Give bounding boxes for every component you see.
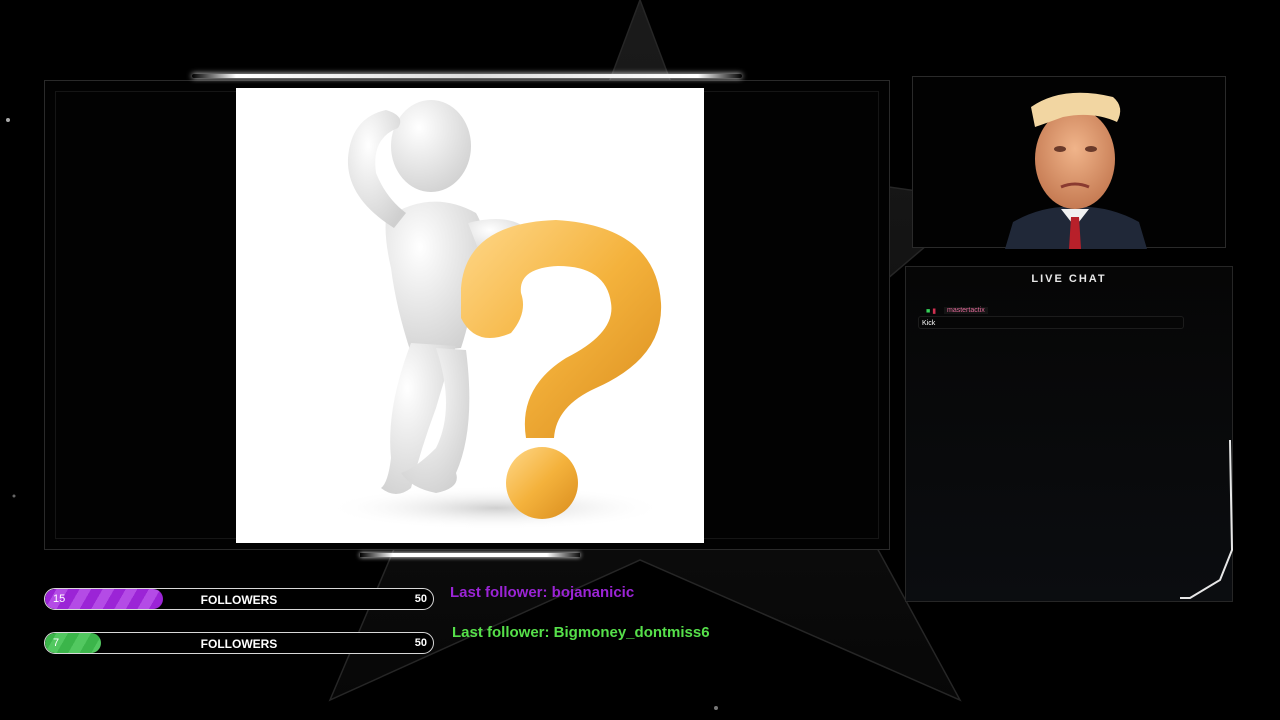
moderator-badge-icon: ■ xyxy=(926,308,931,315)
last-follower-text: Last follower: bojananicic xyxy=(450,584,635,601)
frame-glow-bottom xyxy=(360,553,580,557)
follower-goal-bar: 7 FOLLOWERS 50 xyxy=(44,632,434,654)
webcam-frame xyxy=(912,76,1226,249)
chat-title: LIVE CHAT xyxy=(1031,273,1107,285)
goal-target-count: 50 xyxy=(414,593,427,605)
goal-label: FOLLOWERS xyxy=(200,593,278,607)
webcam-avatar-image xyxy=(1005,92,1147,249)
follower-goal-bar: 15 FOLLOWERS 50 xyxy=(44,588,434,610)
question-mark-figure-image xyxy=(236,88,704,543)
last-follower-text: Last follower: Bigmoney_dontmiss6 xyxy=(452,624,710,641)
frame-glow-top xyxy=(192,74,742,78)
goal-label: FOLLOWERS xyxy=(200,637,278,651)
chat-username[interactable]: mastertactix xyxy=(944,307,988,314)
chat-message-text: Kick xyxy=(918,316,1184,329)
subscriber-badge-icon: ▮ xyxy=(932,308,937,315)
chat-message: ■ ▮ mastertactix Kick xyxy=(918,306,1186,330)
chat-frame-glow xyxy=(1180,440,1234,599)
chat-user-badges: ■ ▮ xyxy=(926,307,936,315)
goal-target-count: 50 xyxy=(414,637,427,649)
